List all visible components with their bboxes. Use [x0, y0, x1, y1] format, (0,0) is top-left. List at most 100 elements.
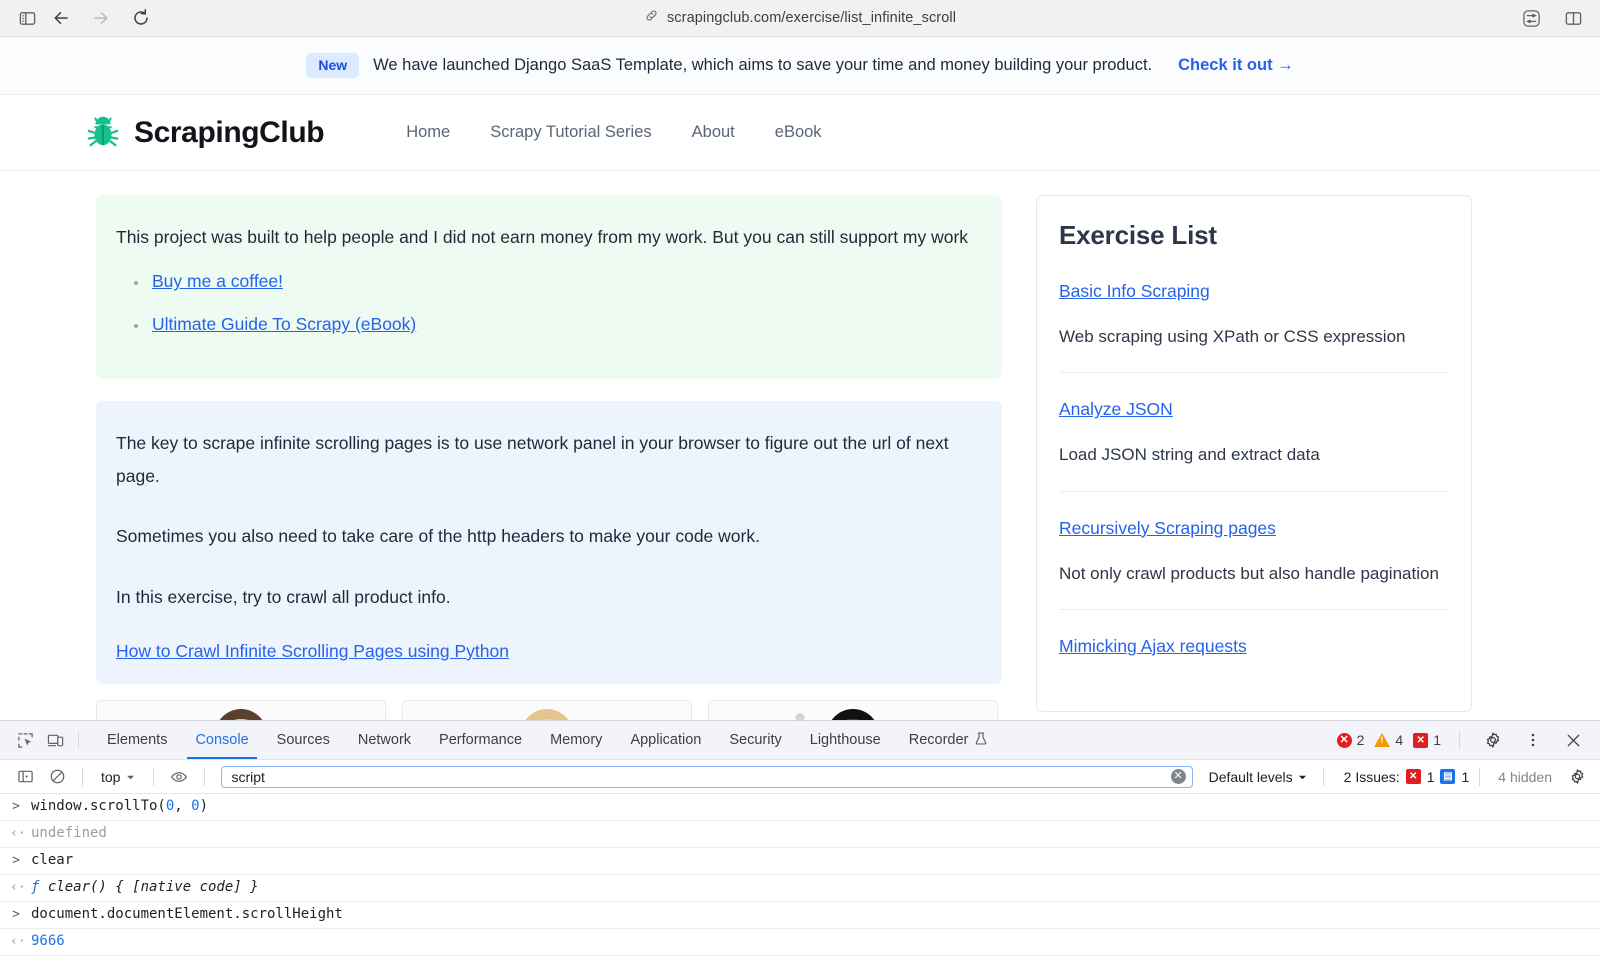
live-expression-eye-icon[interactable] [164, 763, 194, 791]
product-image [521, 708, 573, 720]
result-arrow-icon: ‹· [10, 934, 26, 949]
tab-recorder[interactable]: Recorder [895, 721, 1002, 759]
back-arrow-icon[interactable] [46, 5, 76, 31]
gear-icon[interactable] [1478, 726, 1508, 754]
list-item: Analyze JSON Load JSON string and extrac… [1059, 372, 1449, 490]
nav-item-home[interactable]: Home [386, 115, 470, 150]
exercise-link-recursively-scraping-pages[interactable]: Recursively Scraping pages [1059, 518, 1276, 539]
log-levels-select[interactable]: Default levels [1203, 769, 1313, 785]
announcement-bar: New We have launched Django SaaS Templat… [0, 37, 1600, 95]
devtools-tabbar: Elements Console Sources Network Perform… [0, 721, 1600, 760]
info-paragraph-2: Sometimes you also need to take care of … [116, 526, 760, 547]
tab-elements[interactable]: Elements [93, 721, 181, 759]
tab-sources[interactable]: Sources [263, 721, 344, 759]
console-row-text: 9666 [31, 933, 65, 949]
address-bar[interactable]: scrapingclub.com/exercise/list_infinite_… [0, 8, 1600, 28]
divider [82, 767, 83, 786]
tab-network[interactable]: Network [344, 721, 425, 759]
result-arrow-icon: ‹· [10, 826, 26, 841]
error-counter[interactable]: ✕ 2 [1336, 732, 1364, 748]
exercise-desc: Not only crawl products but also handle … [1059, 563, 1439, 583]
check-it-out-link[interactable]: Check it out → [1178, 56, 1294, 75]
exercise-desc: Web scraping using XPath or CSS expressi… [1059, 327, 1406, 346]
console-log[interactable]: > window.scrollTo(0, 0) ‹· undefined > clear ‹… [0, 794, 1600, 964]
chevron-down-icon [126, 769, 135, 785]
device-toolbar-icon[interactable] [40, 726, 70, 754]
message-counter[interactable]: ✕ 1 [1413, 732, 1441, 748]
hidden-messages-count: 4 hidden [1498, 768, 1552, 785]
inspect-element-icon[interactable] [10, 726, 40, 754]
clear-console-icon[interactable] [42, 763, 72, 791]
tab-console[interactable]: Console [181, 721, 262, 759]
split-panel-icon[interactable] [1558, 5, 1588, 31]
tab-memory[interactable]: Memory [536, 721, 616, 759]
new-badge: New [306, 53, 360, 78]
clear-input-icon[interactable]: ✕ [1170, 769, 1186, 784]
issues-label: 2 Issues: [1343, 768, 1400, 785]
execution-context-label: top [101, 768, 121, 785]
issues-summary[interactable]: 2 Issues: ✕ 1 ▤ 1 [1334, 769, 1470, 785]
issue-info-icon: ▤ [1440, 769, 1456, 784]
divider [204, 767, 206, 786]
main-nav: Home Scrapy Tutorial Series About eBook [386, 115, 841, 150]
prompt-arrow-icon: > [12, 799, 20, 814]
exercise-link-basic-info-scraping[interactable]: Basic Info Scraping [1059, 281, 1210, 302]
reload-icon[interactable] [126, 5, 156, 31]
support-links: Buy me a coffee! Ultimate Guide To Scrap… [116, 271, 982, 335]
product-card-3[interactable] [708, 699, 998, 720]
nav-item-ebook[interactable]: eBook [755, 115, 842, 150]
sidebar-panel-icon[interactable] [12, 5, 42, 31]
exercise-desc: Load JSON string and extract data [1059, 445, 1320, 465]
tab-application[interactable]: Application [616, 721, 715, 759]
console-sidebar-icon[interactable] [10, 763, 40, 791]
message-count: 1 [1433, 732, 1441, 748]
prompt-arrow-icon: > [12, 907, 20, 922]
warning-count: 4 [1395, 732, 1404, 748]
tab-performance[interactable]: Performance [425, 721, 536, 759]
console-input-row: > clear [0, 848, 1600, 875]
execution-context-select[interactable]: top [93, 766, 143, 788]
console-row-text: clear [31, 852, 74, 868]
list-item: Basic Info Scraping Web scraping using X… [1059, 281, 1449, 372]
product-card-1[interactable] [96, 699, 386, 720]
nav-item-about[interactable]: About [672, 115, 755, 150]
exercise-list-title: Exercise List [1059, 220, 1217, 250]
tab-recorder-label: Recorder [908, 732, 969, 748]
forward-arrow-icon[interactable] [86, 5, 116, 31]
log-levels-label: Default levels [1208, 768, 1293, 785]
exercise-link-mimicking-ajax-requests[interactable]: Mimicking Ajax requests [1059, 636, 1247, 657]
tab-security[interactable]: Security [715, 721, 795, 759]
how-to-crawl-infinite-scrolling-link[interactable]: How to Crawl Infinite Scrolling Pages us… [116, 641, 509, 661]
support-panel: This project was built to help people an… [96, 195, 1002, 380]
console-output-row: ‹· undefined [0, 821, 1600, 848]
console-settings-gear-icon[interactable] [1562, 763, 1592, 791]
brand[interactable]: ScrapingClub [86, 112, 325, 153]
product-grid [96, 699, 1002, 720]
flask-icon [975, 731, 987, 749]
close-icon[interactable] [1558, 726, 1588, 754]
product-card-2[interactable] [402, 699, 692, 720]
info-paragraph-3: In this exercise, try to crawl all produ… [116, 586, 451, 607]
exercise-list-card: Exercise List Basic Info Scraping Web sc… [1036, 195, 1472, 713]
exercise-link-analyze-json[interactable]: Analyze JSON [1059, 399, 1173, 420]
console-output-row: ‹· ƒ clear() { [native code] } [0, 875, 1600, 902]
warning-counter[interactable]: 4 [1374, 732, 1403, 748]
devtools-panel: Elements Console Sources Network Perform… [0, 713, 1600, 964]
info-link-row: How to Crawl Infinite Scrolling Pages us… [116, 641, 982, 662]
issue-error-count: 1 [1426, 768, 1435, 785]
browser-toolbar: scrapingclub.com/exercise/list_infinite_… [0, 0, 1600, 37]
issue-info-count: 1 [1461, 768, 1470, 785]
console-input-row: > window.scrollTo(0, 0) [0, 794, 1600, 821]
tab-lighthouse[interactable]: Lighthouse [796, 721, 895, 759]
devtools-tabs: Elements Console Sources Network Perform… [93, 721, 1001, 759]
brand-name: ScrapingClub [134, 115, 325, 149]
more-vertical-icon[interactable] [1518, 726, 1548, 754]
tune-sliders-icon[interactable] [1516, 5, 1546, 31]
console-filter-input[interactable]: script ✕ [221, 765, 1193, 788]
page-content: This project was built to help people an… [0, 171, 1600, 720]
buy-me-a-coffee-link[interactable]: Buy me a coffee! [152, 271, 283, 291]
link-chain-icon [644, 8, 659, 28]
nav-item-scrapy-tutorial-series[interactable]: Scrapy Tutorial Series [470, 115, 671, 150]
list-item: Buy me a coffee! [134, 271, 982, 292]
ultimate-guide-scrapy-link[interactable]: Ultimate Guide To Scrapy (eBook) [152, 314, 416, 334]
